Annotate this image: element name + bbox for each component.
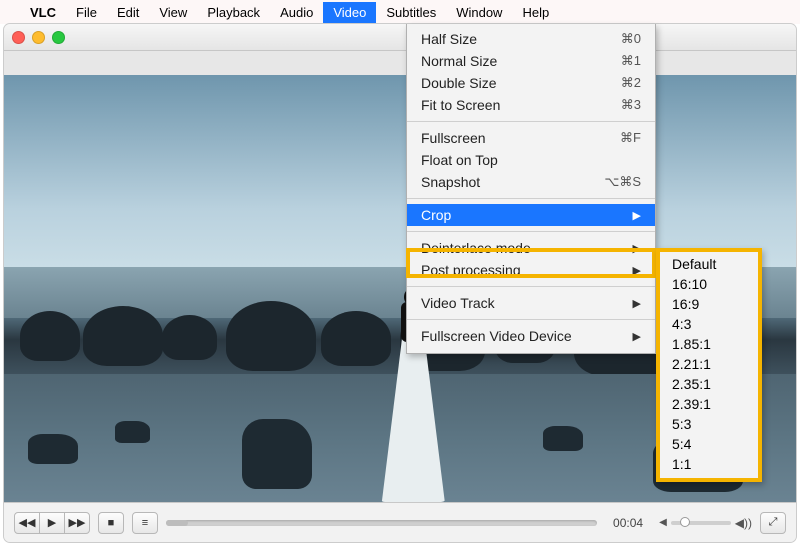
- volume-controls: ◀ ◀)): [659, 516, 752, 530]
- playback-buttons: ◀◀ ▶ ▶▶: [14, 512, 90, 534]
- crop-16-10[interactable]: 16:10: [660, 274, 758, 294]
- menu-crop[interactable]: Crop▶: [407, 204, 655, 226]
- menu-half-size[interactable]: Half Size⌘0: [407, 28, 655, 50]
- menu-fullscreen-video-device[interactable]: Fullscreen Video Device▶: [407, 325, 655, 347]
- crop-1-85-1[interactable]: 1.85:1: [660, 334, 758, 354]
- crop-2-35-1[interactable]: 2.35:1: [660, 374, 758, 394]
- menu-bar: VLC File Edit View Playback Audio Video …: [0, 0, 800, 24]
- crop-2-39-1[interactable]: 2.39:1: [660, 394, 758, 414]
- chevron-right-icon: ▶: [633, 242, 641, 255]
- chevron-right-icon: ▶: [633, 209, 641, 222]
- menubar-app[interactable]: VLC: [20, 2, 66, 23]
- menu-normal-size[interactable]: Normal Size⌘1: [407, 50, 655, 72]
- crop-2-21-1[interactable]: 2.21:1: [660, 354, 758, 374]
- play-button[interactable]: ▶: [39, 512, 65, 534]
- seek-bar[interactable]: [166, 520, 597, 526]
- playlist-button[interactable]: ≡: [132, 512, 158, 534]
- volume-slider[interactable]: [671, 521, 731, 525]
- crop-1-1[interactable]: 1:1: [660, 454, 758, 474]
- zoom-icon[interactable]: [52, 31, 65, 44]
- menu-snapshot[interactable]: Snapshot⌥⌘S: [407, 171, 655, 193]
- stop-button[interactable]: ■: [98, 512, 124, 534]
- rewind-button[interactable]: ◀◀: [14, 512, 40, 534]
- forward-button[interactable]: ▶▶: [64, 512, 90, 534]
- seek-bar-wrap: [166, 520, 597, 526]
- minimize-icon[interactable]: [32, 31, 45, 44]
- menubar-subtitles[interactable]: Subtitles: [376, 2, 446, 23]
- menu-separator: [407, 231, 655, 232]
- menubar-video[interactable]: Video: [323, 2, 376, 23]
- chevron-right-icon: ▶: [633, 297, 641, 310]
- menubar-help[interactable]: Help: [512, 2, 559, 23]
- menu-fullscreen[interactable]: Fullscreen⌘F: [407, 127, 655, 149]
- crop-submenu: Default 16:10 16:9 4:3 1.85:1 2.21:1 2.3…: [656, 248, 762, 482]
- menu-separator: [407, 198, 655, 199]
- menu-separator: [407, 121, 655, 122]
- crop-5-4[interactable]: 5:4: [660, 434, 758, 454]
- menu-float-on-top[interactable]: Float on Top: [407, 149, 655, 171]
- menubar-file[interactable]: File: [66, 2, 107, 23]
- menu-deinterlace-mode[interactable]: Deinterlace mode▶: [407, 237, 655, 259]
- crop-16-9[interactable]: 16:9: [660, 294, 758, 314]
- titlebar: [4, 24, 796, 51]
- menubar-audio[interactable]: Audio: [270, 2, 323, 23]
- crop-5-3[interactable]: 5:3: [660, 414, 758, 434]
- chevron-right-icon: ▶: [633, 264, 641, 277]
- menu-video-track[interactable]: Video Track▶: [407, 292, 655, 314]
- volume-high-icon[interactable]: ◀)): [735, 516, 752, 530]
- chevron-right-icon: ▶: [633, 330, 641, 343]
- menu-post-processing[interactable]: Post processing▶: [407, 259, 655, 281]
- menu-separator: [407, 286, 655, 287]
- sky: [4, 75, 796, 267]
- crop-4-3[interactable]: 4:3: [660, 314, 758, 334]
- menubar-playback[interactable]: Playback: [197, 2, 270, 23]
- menu-double-size[interactable]: Double Size⌘2: [407, 72, 655, 94]
- menubar-view[interactable]: View: [149, 2, 197, 23]
- menu-fit-to-screen[interactable]: Fit to Screen⌘3: [407, 94, 655, 116]
- menu-separator: [407, 319, 655, 320]
- volume-low-icon[interactable]: ◀: [659, 517, 667, 528]
- fullscreen-button[interactable]: ⤢: [760, 512, 786, 534]
- close-icon[interactable]: [12, 31, 25, 44]
- video-menu: Half Size⌘0 Normal Size⌘1 Double Size⌘2 …: [406, 24, 656, 354]
- menubar-edit[interactable]: Edit: [107, 2, 149, 23]
- menubar-window[interactable]: Window: [446, 2, 512, 23]
- controls-bar: ◀◀ ▶ ▶▶ ■ ≡ 00:04 ◀ ◀)) ⤢: [4, 502, 796, 542]
- crop-default[interactable]: Default: [660, 254, 758, 274]
- time-display: 00:04: [613, 516, 643, 530]
